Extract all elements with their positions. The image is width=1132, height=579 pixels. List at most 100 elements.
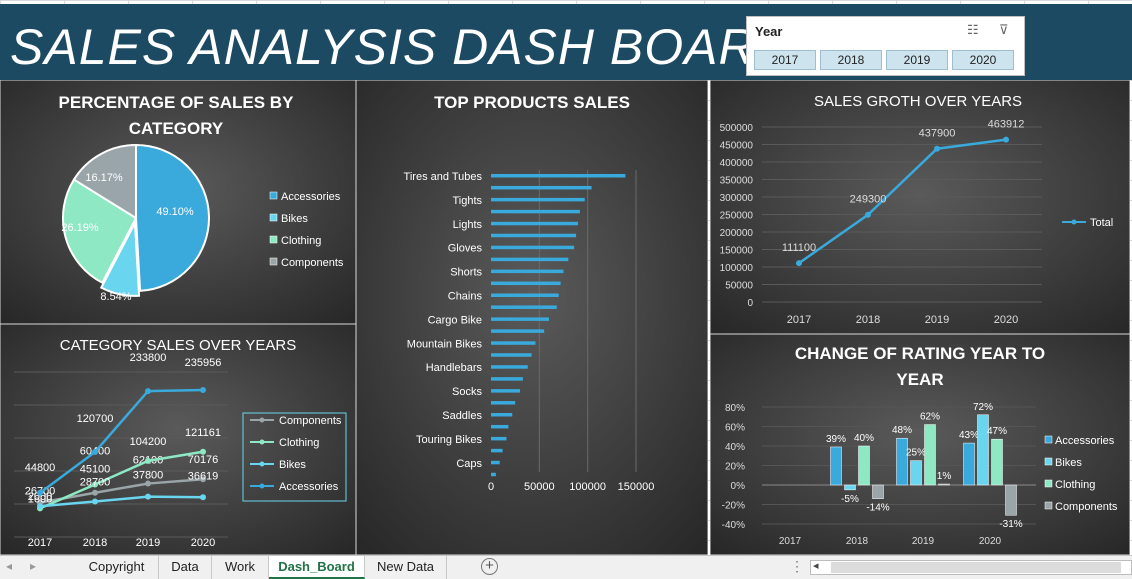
rating-label-components: 1% xyxy=(937,471,952,482)
growth-legend-total: Total xyxy=(1090,217,1113,229)
slicer-title: Year xyxy=(755,24,783,39)
clear-filter-icon[interactable]: ⊽ xyxy=(999,22,1009,38)
sales-growth-title: SALES GROTH OVER YEARS xyxy=(814,93,1022,110)
top-bar xyxy=(491,401,516,405)
pie-chart-panel[interactable]: PERCENTAGE OF SALES BY CATEGORY 49.10% 8.54… xyxy=(0,80,356,324)
cat-label-accessories: 44800 xyxy=(25,462,56,474)
top-xtick: 0 xyxy=(488,481,494,493)
growth-point xyxy=(1003,136,1009,143)
rating-legend-components: Components xyxy=(1055,501,1118,513)
top-category-label: Socks xyxy=(452,386,482,398)
rating-ytick: -40% xyxy=(722,520,745,531)
cat-label-accessories: 233800 xyxy=(130,352,167,364)
top-bar xyxy=(491,460,500,465)
tab-new-data[interactable]: New Data xyxy=(365,556,447,579)
cat-xtick-2018: 2018 xyxy=(83,537,107,549)
growth-point xyxy=(934,145,940,152)
rating-label-clothing: 40% xyxy=(854,433,874,444)
rating-label-components: -31% xyxy=(999,519,1022,530)
top-bar xyxy=(491,377,523,381)
top-bar xyxy=(491,197,585,202)
multi-select-icon[interactable]: ☷ xyxy=(967,22,979,38)
top-bar xyxy=(491,221,578,226)
top-bar xyxy=(491,269,564,274)
cat-point-bikes xyxy=(92,498,98,505)
add-sheet-icon[interactable]: + xyxy=(481,558,498,575)
rating-bar-clothing xyxy=(991,438,1003,486)
cat-point-bikes xyxy=(37,503,43,510)
rating-legend-clothing: Clothing xyxy=(1055,479,1095,491)
rating-xtick: 2017 xyxy=(779,536,802,547)
top-bar xyxy=(491,317,549,321)
rating-legend-swatch-accessories xyxy=(1044,435,1053,444)
category-line-chart-panel[interactable]: CATEGORY SALES OVER YEARS267004510062100… xyxy=(0,324,356,555)
scrollbar-thumb[interactable] xyxy=(831,562,1121,573)
pie-title-line-2: CATEGORY xyxy=(129,119,224,138)
top-bar xyxy=(491,233,577,238)
top-bar xyxy=(491,329,545,333)
top-bar xyxy=(491,472,496,477)
growth-point xyxy=(865,211,871,218)
top-bar xyxy=(491,341,536,345)
growth-xtick: 2018 xyxy=(856,314,880,326)
cat-label-accessories: 235956 xyxy=(185,357,222,369)
cat-point-accessories xyxy=(92,449,98,456)
rating-xtick: 2018 xyxy=(846,536,869,547)
slicer-button-2020[interactable]: 2020 xyxy=(952,50,1014,70)
pie-legend-bikes: Bikes xyxy=(281,213,308,225)
growth-ytick: 200000 xyxy=(720,228,754,239)
top-category-label: Handlebars xyxy=(426,362,483,374)
year-slicer[interactable]: Year ☷ ⊽ 2017 2018 2019 2020 xyxy=(746,16,1025,76)
rating-legend-swatch-components xyxy=(1044,501,1053,510)
rating-change-chart-panel[interactable]: CHANGE OF RATING YEAR TO YEAR 80% 60% 40% 20%… xyxy=(710,334,1130,555)
growth-xtick: 2017 xyxy=(787,314,811,326)
cat-legend-marker-accessories xyxy=(259,483,265,489)
top-products-chart-panel[interactable]: TOP PRODUCTS SALES Tires and Tubes Tights L… xyxy=(356,80,708,555)
horizontal-scrollbar[interactable]: ◂ xyxy=(810,560,1132,575)
slicer-button-2019[interactable]: 2019 xyxy=(886,50,948,70)
tab-copyright[interactable]: Copyright xyxy=(75,556,159,579)
tab-work[interactable]: Work xyxy=(212,556,269,579)
top-category-label: Caps xyxy=(456,458,482,470)
rating-bar-clothing xyxy=(858,445,870,486)
rating-label-accessories: 43% xyxy=(959,430,979,441)
growth-point xyxy=(796,260,802,267)
slicer-button-2017[interactable]: 2017 xyxy=(754,50,816,70)
scroll-left-icon[interactable]: ◂ xyxy=(813,559,819,572)
pie-label-components: 16.17% xyxy=(85,172,123,184)
growth-ytick: 400000 xyxy=(720,158,754,169)
top-bar xyxy=(491,365,528,369)
scroll-tabs-right-icon[interactable]: ▸ xyxy=(30,559,36,573)
scroll-tabs-left-icon[interactable]: ◂ xyxy=(6,559,12,573)
growth-ytick: 300000 xyxy=(720,193,754,204)
cat-legend-components: Components xyxy=(279,415,342,427)
rating-ytick: 0% xyxy=(731,481,746,492)
pie-svg: PERCENTAGE OF SALES BY CATEGORY 49.10% 8.54… xyxy=(0,80,356,324)
pie-legend-accessories: Accessories xyxy=(281,191,341,203)
slicer-button-2018[interactable]: 2018 xyxy=(820,50,882,70)
more-options-icon[interactable]: ⋮ xyxy=(790,558,804,575)
cat-point-clothing xyxy=(145,457,151,464)
rating-label-bikes: 25% xyxy=(906,448,926,459)
cat-label-clothing: 121161 xyxy=(185,427,221,439)
tab-data[interactable]: Data xyxy=(159,556,212,579)
top-bar xyxy=(491,293,559,297)
pie-title-line-1: PERCENTAGE OF SALES BY xyxy=(59,93,295,112)
cat-legend-bikes: Bikes xyxy=(279,459,306,471)
growth-label: 463912 xyxy=(988,119,1025,131)
cat-label-bikes: 37800 xyxy=(133,470,164,482)
sales-growth-chart-panel[interactable]: SALES GROTH OVER YEARS 500000 450000 400000… xyxy=(710,80,1130,334)
pie-legend-swatch-clothing xyxy=(269,235,278,244)
cat-point-accessories xyxy=(200,386,206,393)
cat-label-components: 45100 xyxy=(80,464,111,476)
top-category-label: Cargo Bike xyxy=(428,314,482,326)
cat-point-accessories xyxy=(37,489,43,496)
top-category-label: Lights xyxy=(453,219,483,231)
cat-legend-marker-bikes xyxy=(259,461,265,467)
top-category-label: Gloves xyxy=(448,243,483,255)
cat-legend-marker-components xyxy=(259,417,265,423)
top-bar xyxy=(491,209,580,214)
rating-bar-components xyxy=(872,484,884,499)
top-bar xyxy=(491,413,513,417)
tab-dash-board[interactable]: Dash_Board xyxy=(269,556,365,579)
